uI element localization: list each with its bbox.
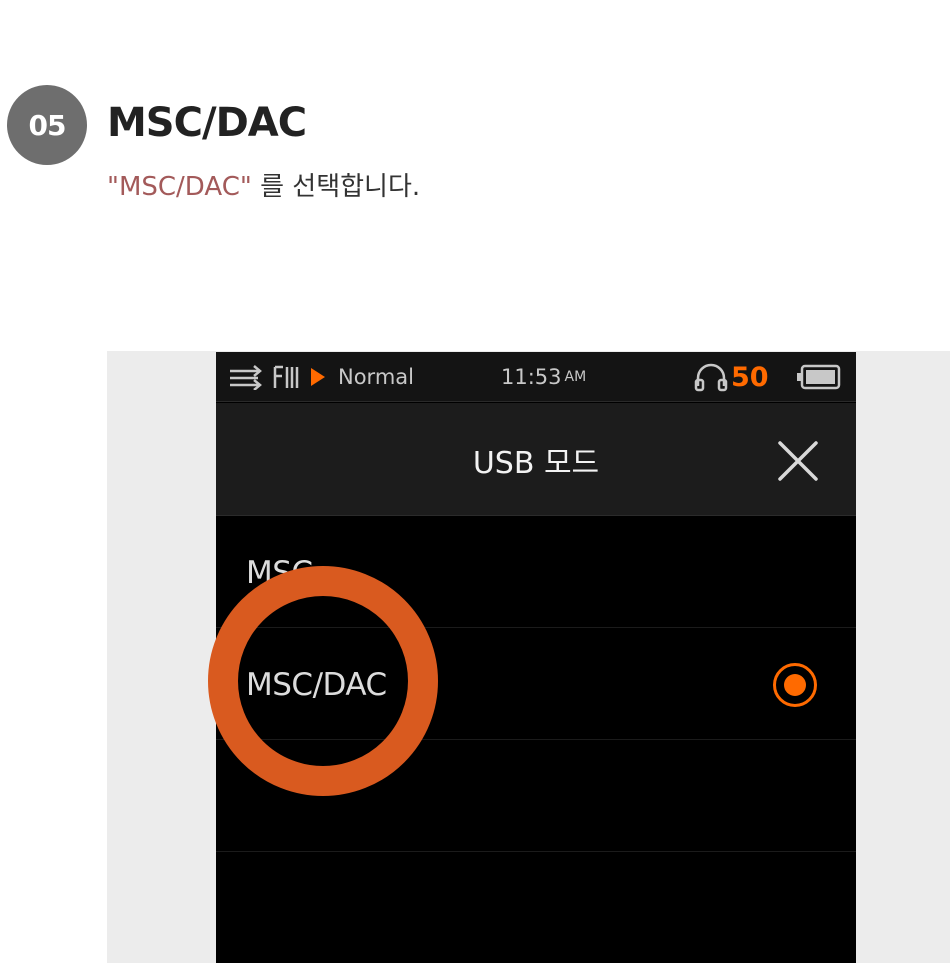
clock-time: 11:53 [501, 365, 562, 389]
eq-mode-label: Normal [338, 365, 414, 389]
step-description-highlight: "MSC/DAC" [107, 172, 252, 202]
close-icon [778, 441, 818, 481]
battery-icon [796, 352, 842, 402]
option-msc-dac[interactable]: MSC/DAC [216, 629, 856, 740]
list-item-empty [216, 741, 856, 852]
repeat-shuffle-icon [228, 352, 264, 402]
option-label: MSC [246, 554, 313, 591]
step-number-badge: 05 [7, 85, 87, 165]
clock: 11:53 AM [501, 352, 586, 402]
step-description-text: 를 선택합니다. [251, 172, 421, 202]
title-bar: USB 모드 [216, 403, 856, 516]
device-screen: Normal 11:53 AM 50 USB 모드 MSC MSC/DAC [216, 352, 856, 963]
headphone-icon [694, 352, 728, 402]
play-icon [309, 352, 327, 402]
list-item-empty [216, 853, 856, 963]
clock-ampm: AM [564, 369, 587, 385]
radio-dot [784, 674, 806, 696]
close-button[interactable] [774, 437, 822, 485]
option-label: MSC/DAC [246, 666, 387, 703]
status-bar: Normal 11:53 AM 50 [216, 352, 856, 402]
volume-level: 50 [731, 361, 769, 393]
option-msc[interactable]: MSC [216, 517, 856, 628]
step-description: "MSC/DAC" 를 선택합니다. [107, 166, 420, 203]
screen-title: USB 모드 [472, 445, 600, 481]
signal-icon [272, 352, 300, 402]
step-title: MSC/DAC [107, 100, 307, 146]
selected-radio-button[interactable] [773, 663, 817, 707]
